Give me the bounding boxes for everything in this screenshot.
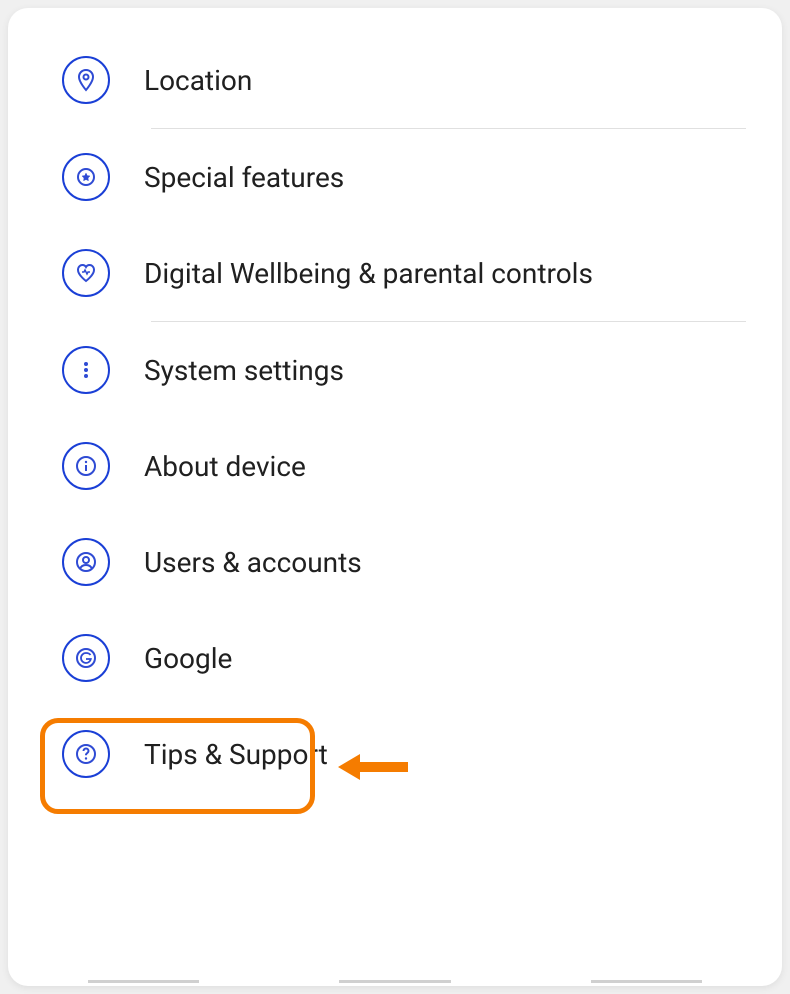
settings-item-label: Location [144, 64, 252, 97]
settings-item-label: Tips & Support [144, 738, 328, 771]
settings-item-label: Digital Wellbeing & parental controls [144, 257, 593, 290]
settings-item-special-features[interactable]: Special features [8, 129, 782, 225]
settings-item-label: System settings [144, 354, 344, 387]
settings-item-label: Users & accounts [144, 546, 362, 579]
location-pin-icon [62, 56, 110, 104]
heart-icon [62, 249, 110, 297]
star-circle-icon [62, 153, 110, 201]
settings-item-location[interactable]: Location [8, 32, 782, 128]
settings-item-about-device[interactable]: About device [8, 418, 782, 514]
google-g-icon [62, 634, 110, 682]
settings-item-label: Special features [144, 161, 344, 194]
settings-item-digital-wellbeing[interactable]: Digital Wellbeing & parental controls [8, 225, 782, 321]
more-vertical-icon [62, 346, 110, 394]
settings-item-system-settings[interactable]: System settings [8, 322, 782, 418]
question-icon [62, 730, 110, 778]
settings-panel: Location Special features Digital Wellbe… [8, 8, 782, 986]
settings-item-label: About device [144, 450, 306, 483]
info-icon [62, 442, 110, 490]
settings-item-tips-support[interactable]: Tips & Support [8, 706, 782, 802]
settings-item-google[interactable]: Google [8, 610, 782, 706]
nav-indicator [8, 980, 782, 986]
settings-item-users-accounts[interactable]: Users & accounts [8, 514, 782, 610]
user-circle-icon [62, 538, 110, 586]
settings-item-label: Google [144, 642, 232, 675]
